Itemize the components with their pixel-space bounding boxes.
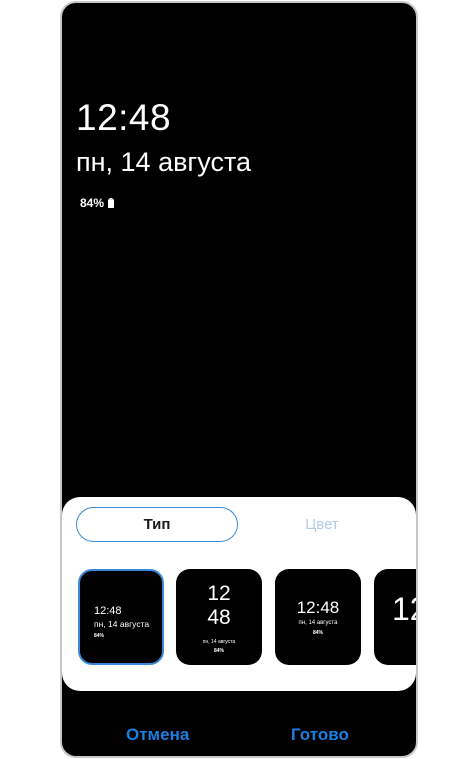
clock-style-minute: 48 (207, 606, 231, 629)
tab-type[interactable]: Тип (76, 507, 238, 542)
clock-style-date: пн, 14 августа (202, 639, 236, 645)
clock-style-sheet: Тип Цвет 12:48 пн, 14 августа 84% 12 48 … (62, 497, 416, 691)
battery-status: 84% (80, 196, 115, 210)
clock-style-battery: 84% (312, 630, 323, 636)
clock-style-option[interactable]: 12:48 пн, 14 августа 84% (275, 569, 361, 665)
clock-style-hour: 12 (207, 582, 231, 605)
lockscreen-date: пн, 14 августа (76, 147, 252, 177)
clock-style-list: 12:48 пн, 14 августа 84% 12 48 пн, 14 ав… (78, 569, 416, 665)
done-button[interactable]: Готово (291, 726, 349, 743)
clock-style-date: пн, 14 августа (298, 620, 338, 626)
cancel-button[interactable]: Отмена (126, 726, 189, 743)
clock-style-battery: 84% (94, 633, 105, 639)
phone-frame: 12:48 пн, 14 августа 84% Тип Цвет 12:48 … (60, 1, 418, 758)
clock-style-option[interactable]: 12 48 пн, 14 августа 84% (176, 569, 262, 665)
clock-style-time: 12:48 (296, 598, 340, 617)
clock-style-option[interactable]: 12:48 пн, 14 августа 84% (78, 569, 164, 665)
clock-style-date: пн, 14 августа (94, 619, 150, 629)
clock-style-time: 12:48 (94, 605, 122, 617)
lockscreen-time: 12:48 (76, 97, 172, 138)
battery-percent: 84% (80, 196, 105, 210)
clock-style-hour: 12 (392, 591, 416, 627)
clock-style-battery: 84% (213, 648, 224, 654)
tab-color[interactable]: Цвет (272, 507, 372, 542)
clock-style-option[interactable]: 12 (374, 569, 416, 665)
battery-icon (108, 198, 115, 208)
